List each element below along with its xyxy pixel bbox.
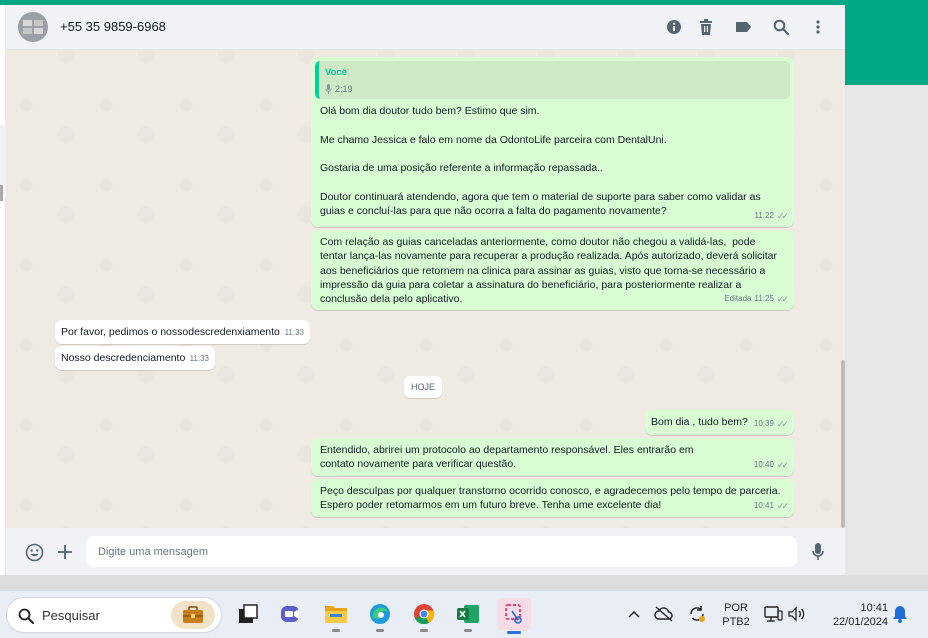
message-time: 10:41: [753, 500, 774, 510]
emoji-icon[interactable]: [23, 541, 45, 563]
message-bubble-outgoing[interactable]: Peço desculpas por qualquer transtorno o…: [311, 479, 794, 517]
chevron-up-icon[interactable]: [624, 600, 644, 628]
search-icon[interactable]: [771, 17, 791, 37]
message-time: 11:33: [189, 353, 209, 363]
excel-icon[interactable]: [454, 600, 482, 632]
background-app-header: [845, 5, 928, 85]
message-list[interactable]: Você 2:19 Olá bom dia doutor tudo bem? E…: [6, 50, 845, 528]
message-bubble-outgoing[interactable]: Bom dia , tudo bem? 10:39 ✓✓: [645, 410, 794, 435]
background-app-area: [845, 85, 928, 575]
double-check-icon: ✓✓: [776, 293, 789, 304]
notification-bell-icon[interactable]: [890, 600, 910, 628]
quote-author: Você: [325, 67, 348, 78]
chat-window: +55 35 9859-6968 Você 2:19 Olá bom dia d…: [6, 5, 845, 575]
language-code: POR: [724, 602, 748, 614]
chrome-icon[interactable]: [410, 600, 438, 632]
message-bubble-incoming[interactable]: Por favor, pedimos o nossodescredenxiame…: [55, 320, 310, 344]
message-text: Por favor, pedimos o nossodescredenxiame…: [61, 326, 280, 338]
info-icon[interactable]: [664, 17, 684, 37]
message-input[interactable]: [86, 536, 797, 567]
double-check-icon: ✓✓: [776, 459, 789, 470]
search-icon: [18, 608, 34, 624]
message-list-scrollbar[interactable]: [841, 360, 845, 528]
sync-icon[interactable]: [684, 600, 710, 628]
mic-icon: [325, 84, 332, 95]
message-time: 10:40: [753, 459, 774, 469]
edited-label: Editada: [724, 293, 752, 303]
plus-icon[interactable]: [54, 541, 76, 563]
input-language-indicator[interactable]: POR PTB2: [718, 601, 754, 629]
volume-icon[interactable]: [786, 600, 808, 628]
chat-header[interactable]: +55 35 9859-6968: [6, 5, 845, 50]
contact-name[interactable]: +55 35 9859-6968: [60, 19, 166, 34]
message-bubble-outgoing[interactable]: Você 2:19 Olá bom dia doutor tudo bem? E…: [311, 57, 794, 227]
taskbar-search-label: Pesquisar: [42, 608, 100, 623]
chat-list-scrollbar[interactable]: [0, 185, 3, 201]
message-text: Peço desculpas por qualquer transtorno o…: [320, 485, 784, 512]
message-time: 11:25: [754, 293, 774, 303]
double-check-icon: ✓✓: [776, 418, 789, 429]
message-composer: [6, 528, 845, 575]
briefcase-icon[interactable]: [171, 601, 215, 629]
message-bubble-incoming[interactable]: Nosso descredenciamento 11:33: [55, 346, 215, 370]
message-time: 11:22: [754, 210, 774, 220]
message-text: Olá bom dia doutor tudo bem? Estimo que …: [320, 105, 761, 218]
task-view-icon[interactable]: [234, 600, 262, 628]
clock-time: 10:41: [860, 602, 888, 614]
message-text: Entendido, abrirei um protocolo ao depar…: [320, 444, 697, 471]
day-separator: HOJE: [404, 376, 442, 398]
quote-duration: 2:19: [335, 84, 353, 94]
taskbar-search[interactable]: Pesquisar: [6, 597, 222, 633]
message-time: 11:33: [284, 327, 304, 337]
label-icon[interactable]: [733, 17, 753, 37]
snipping-tool-icon[interactable]: [497, 598, 531, 634]
teams-icon[interactable]: [278, 600, 306, 628]
taskbar: Pesquisar POR PTB2 10:41 22/01/2024: [0, 590, 928, 638]
keyboard-layout: PTB2: [722, 616, 750, 628]
taskbar-clock[interactable]: 10:41 22/01/2024: [818, 601, 888, 629]
clock-date: 22/01/2024: [832, 616, 888, 628]
cloud-offline-icon[interactable]: [652, 600, 676, 628]
trash-icon[interactable]: [696, 17, 716, 37]
monitor-network-icon[interactable]: [762, 600, 784, 628]
double-check-icon: ✓✓: [776, 210, 789, 221]
file-explorer-icon[interactable]: [322, 600, 350, 632]
message-bubble-outgoing[interactable]: Entendido, abrirei um protocolo ao depar…: [311, 438, 794, 476]
message-bubble-outgoing[interactable]: Com relação as guias canceladas anterior…: [311, 230, 794, 310]
avatar[interactable]: [18, 12, 48, 42]
quoted-audio-message[interactable]: Você 2:19: [315, 61, 790, 99]
more-vertical-icon[interactable]: [808, 17, 828, 37]
message-text: Com relação as guias canceladas anterior…: [320, 236, 780, 306]
message-time: 10:39: [753, 418, 774, 428]
edge-icon[interactable]: [366, 600, 394, 632]
double-check-icon: ✓✓: [776, 500, 789, 511]
mic-icon[interactable]: [807, 541, 829, 563]
